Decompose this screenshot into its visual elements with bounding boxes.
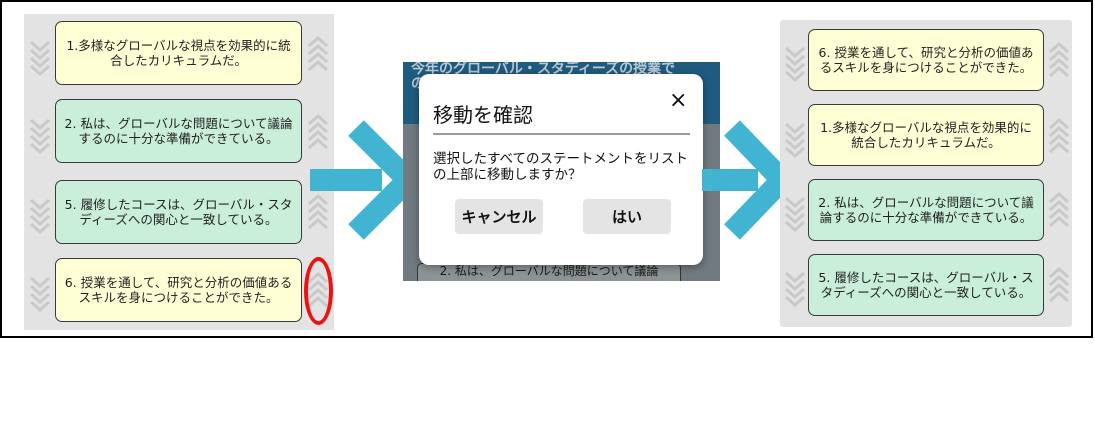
list-item[interactable]: 2. 私は、グローバルな問題について議論するのに十分な準備ができている。 xyxy=(55,99,302,163)
background-list-item: 2. 私は、グローバルな問題について議論 xyxy=(417,263,681,281)
chevron-down-icon[interactable] xyxy=(784,118,806,158)
chevron-down-icon[interactable] xyxy=(784,267,806,307)
list-item[interactable]: 6. 授業を通して、研究と分析の価値あるスキルを身につけることができた。 xyxy=(808,29,1044,91)
confirm-button[interactable]: はい xyxy=(583,199,671,234)
list-item[interactable]: 5. 履修したコースは、グローバル・スタディーズへの関心と一致している。 xyxy=(808,254,1044,316)
chevron-down-icon[interactable] xyxy=(784,192,806,232)
close-icon[interactable]: × xyxy=(669,88,687,113)
list-item[interactable]: 1.多様なグローバルな視点を効果的に統合したカリキュラムだ。 xyxy=(808,104,1044,166)
arrow-right-icon xyxy=(702,120,792,240)
chevron-down-icon[interactable] xyxy=(29,114,51,154)
chevron-down-icon[interactable] xyxy=(29,194,51,234)
chevron-up-icon[interactable] xyxy=(307,36,329,76)
list-item[interactable]: 6. 授業を通して、研究と分析の価値あるスキルを身につけることができた。 xyxy=(55,258,302,322)
dialog-divider xyxy=(433,133,690,135)
chevron-up-icon[interactable] xyxy=(1048,42,1070,82)
list-item[interactable]: 5. 履修したコースは、グローバル・スタディーズへの関心と一致している。 xyxy=(55,180,302,244)
list-item[interactable]: 2. 私は、グローバルな問題について議論するのに十分な準備ができている。 xyxy=(808,179,1044,241)
chevron-down-icon[interactable] xyxy=(784,42,806,82)
dialog-title: 移動を確認 xyxy=(433,103,533,127)
figure-frame: 1.多様なグローバルな視点を効果的に統合したカリキュラムだ。 2. 私は、グロー… xyxy=(0,0,1093,338)
chevron-up-icon[interactable] xyxy=(1048,267,1070,307)
left-statement-list: 1.多様なグローバルな視点を効果的に統合したカリキュラムだ。 2. 私は、グロー… xyxy=(24,14,334,330)
list-item[interactable]: 1.多様なグローバルな視点を効果的に統合したカリキュラムだ。 xyxy=(55,21,302,85)
chevron-up-icon[interactable] xyxy=(1048,118,1070,158)
confirm-move-dialog: 移動を確認 × 選択したすべてのステートメントをリストの上部に移動しますか？ キ… xyxy=(419,74,703,265)
dialog-message: 選択したすべてのステートメントをリストの上部に移動しますか？ xyxy=(433,151,689,183)
cancel-button[interactable]: キャンセル xyxy=(455,199,543,234)
highlight-ring xyxy=(304,257,333,325)
right-statement-list: 6. 授業を通して、研究と分析の価値あるスキルを身につけることができた。 1.多… xyxy=(780,20,1072,327)
chevron-down-icon[interactable] xyxy=(29,272,51,312)
chevron-down-icon[interactable] xyxy=(29,36,51,76)
chevron-up-icon[interactable] xyxy=(1048,192,1070,232)
